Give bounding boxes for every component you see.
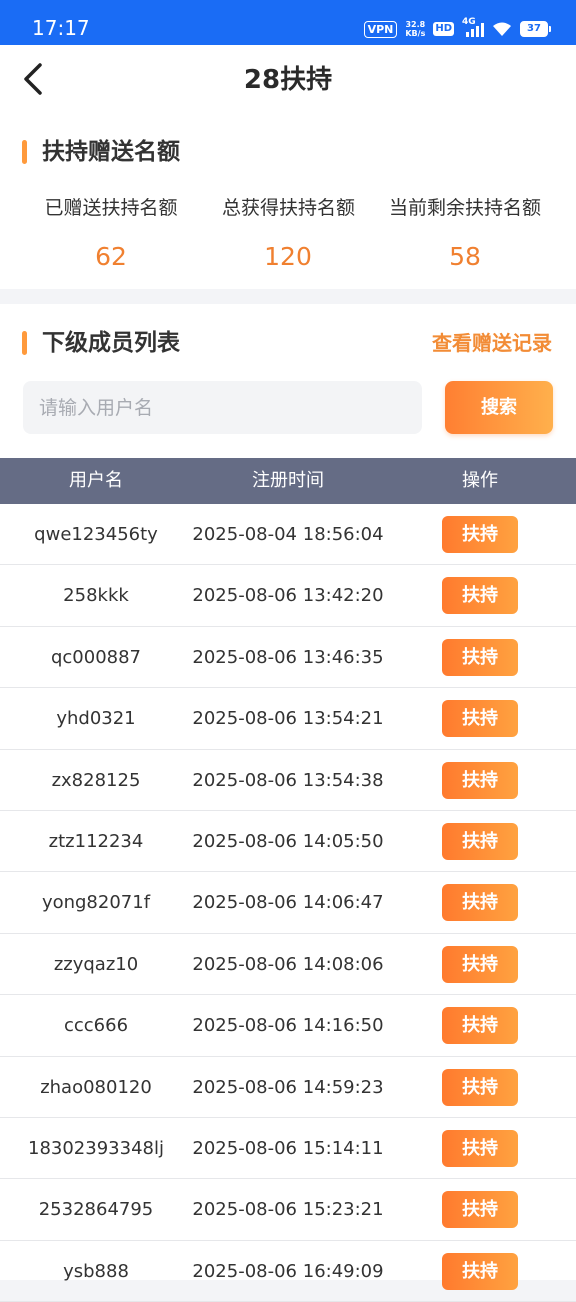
header-username: 用户名: [69, 470, 123, 491]
members-card: 下级成员列表 查看赠送记录 搜索: [0, 304, 576, 458]
stat-remaining: 当前剩余扶持名额 58: [354, 195, 576, 273]
support-button[interactable]: 扶持: [442, 945, 518, 983]
table-row: 2532864795 2025-08-06 15:23:21 扶持: [0, 1179, 576, 1241]
support-button[interactable]: 扶持: [442, 700, 518, 738]
stat-remaining-value: 58: [449, 242, 481, 271]
section-accent-bar: [22, 331, 27, 355]
table-row: yhd0321 2025-08-06 13:54:21 扶持: [0, 688, 576, 750]
table-row: zx828125 2025-08-06 13:54:38 扶持: [0, 750, 576, 811]
cell-register-time: 2025-08-06 13:54:38: [192, 769, 384, 791]
cell-username: qc000887: [50, 646, 142, 668]
support-button[interactable]: 扶持: [442, 516, 518, 553]
cell-register-time: 2025-08-06 14:08:06: [192, 953, 384, 975]
cell-register-time: 2025-08-06 14:16:50: [192, 1015, 384, 1037]
support-button[interactable]: 扶持: [442, 1068, 518, 1106]
stat-gifted-value: 62: [95, 242, 127, 271]
table-row: zhao080120 2025-08-06 14:59:23 扶持: [0, 1057, 576, 1118]
cell-register-time: 2025-08-06 14:59:23: [192, 1076, 384, 1098]
support-button[interactable]: 扶持: [442, 1252, 518, 1290]
status-icons: VPN 32.8 KB/s HD 4G 37: [363, 17, 551, 40]
cell-register-time: 2025-08-06 15:14:11: [192, 1137, 384, 1159]
cell-register-time: 2025-08-06 13:46:35: [192, 646, 384, 668]
stat-gifted: 已赠送扶持名额 62: [0, 195, 222, 273]
cell-username: ccc666: [63, 1015, 129, 1037]
table-row: 258kkk 2025-08-06 13:42:20 扶持: [0, 565, 576, 627]
table-body: qwe123456ty 2025-08-04 18:56:04 扶持 258kk…: [0, 504, 576, 1302]
table-row: qwe123456ty 2025-08-04 18:56:04 扶持: [0, 504, 576, 566]
support-button[interactable]: 扶持: [442, 1007, 518, 1045]
username-search-input[interactable]: [23, 381, 422, 434]
vpn-indicator: VPN: [363, 20, 398, 38]
table-row: zzyqaz10 2025-08-06 14:08:06 扶持: [0, 934, 576, 996]
quota-section-title: 扶持赠送名额: [22, 137, 180, 167]
stat-gifted-label: 已赠送扶持名额: [44, 197, 178, 219]
support-button[interactable]: 扶持: [442, 1129, 518, 1167]
support-button[interactable]: 扶持: [442, 1191, 518, 1229]
cell-register-time: 2025-08-04 18:56:04: [192, 524, 384, 545]
network-speed: 32.8 KB/s: [405, 20, 425, 38]
table-row: ccc666 2025-08-06 14:16:50 扶持: [0, 995, 576, 1057]
cell-register-time: 2025-08-06 14:06:47: [192, 892, 384, 914]
table-row: yong82071f 2025-08-06 14:06:47 扶持: [0, 872, 576, 934]
cell-username: yhd0321: [56, 708, 136, 730]
table-row: qc000887 2025-08-06 13:46:35 扶持: [0, 627, 576, 689]
quota-title-text: 扶持赠送名额: [42, 139, 180, 165]
support-button[interactable]: 扶持: [442, 884, 518, 922]
search-button[interactable]: 搜索: [445, 381, 553, 434]
signal-icon: 4G: [462, 17, 484, 37]
nav-bar: 28扶持: [0, 45, 576, 117]
battery-level: 37: [527, 23, 541, 34]
stat-total-label: 总获得扶持名额: [222, 197, 356, 219]
cell-username: yong82071f: [41, 892, 151, 914]
status-bar: 17:17 VPN 32.8 KB/s HD 4G 37: [0, 0, 576, 45]
cell-username: zx828125: [51, 769, 141, 791]
table-header: 用户名 注册时间 操作: [0, 458, 576, 504]
quota-card: 扶持赠送名额 已赠送扶持名额 62 总获得扶持名额 120 当前剩余扶持名额 5…: [0, 117, 576, 289]
cell-username: zhao080120: [40, 1076, 152, 1098]
status-time: 17:17: [32, 16, 90, 40]
cell-register-time: 2025-08-06 15:23:21: [192, 1199, 384, 1221]
cell-register-time: 2025-08-06 13:54:21: [192, 708, 384, 730]
hd-indicator: HD: [433, 22, 454, 36]
network-speed-value: 32.8: [405, 20, 426, 29]
view-gift-records-link[interactable]: 查看赠送记录: [432, 328, 552, 358]
cell-register-time: 2025-08-06 13:42:20: [192, 585, 384, 607]
table-row: 18302393348lj 2025-08-06 15:14:11 扶持: [0, 1118, 576, 1180]
table-row: ztz112234 2025-08-06 14:05:50 扶持: [0, 811, 576, 873]
members-title-text: 下级成员列表: [42, 330, 180, 356]
header-register-time: 注册时间: [252, 470, 324, 491]
cell-username: 2532864795: [38, 1199, 154, 1221]
wifi-icon: [493, 22, 511, 36]
cell-username: qwe123456ty: [34, 524, 158, 545]
network-speed-unit: KB/s: [405, 29, 426, 38]
cell-username: zzyqaz10: [53, 953, 139, 975]
battery-icon: 37: [520, 21, 551, 37]
section-accent-bar: [22, 140, 27, 164]
quota-stats: 已赠送扶持名额 62 总获得扶持名额 120 当前剩余扶持名额 58: [0, 195, 576, 273]
page-title: 28扶持: [243, 65, 333, 95]
cell-register-time: 2025-08-06 16:49:09: [192, 1260, 384, 1282]
members-table: 用户名 注册时间 操作 qwe123456ty 2025-08-04 18:56…: [0, 458, 576, 1302]
cell-username: 18302393348lj: [28, 1137, 164, 1159]
table-row: ysb888 2025-08-06 16:49:09 扶持: [0, 1241, 576, 1302]
stat-total-value: 120: [264, 242, 312, 271]
stat-total: 总获得扶持名额 120: [222, 195, 356, 273]
support-button[interactable]: 扶持: [442, 638, 518, 676]
stat-remaining-label: 当前剩余扶持名额: [388, 197, 541, 219]
support-button[interactable]: 扶持: [442, 761, 518, 799]
cell-register-time: 2025-08-06 14:05:50: [192, 830, 384, 852]
support-button[interactable]: 扶持: [442, 577, 518, 615]
header-action: 操作: [462, 470, 498, 491]
cell-username: ztz112234: [48, 830, 144, 852]
cell-username: ysb888: [63, 1260, 129, 1282]
support-button[interactable]: 扶持: [442, 822, 518, 860]
members-section-title: 下级成员列表: [22, 328, 180, 358]
cell-username: 258kkk: [63, 585, 129, 607]
